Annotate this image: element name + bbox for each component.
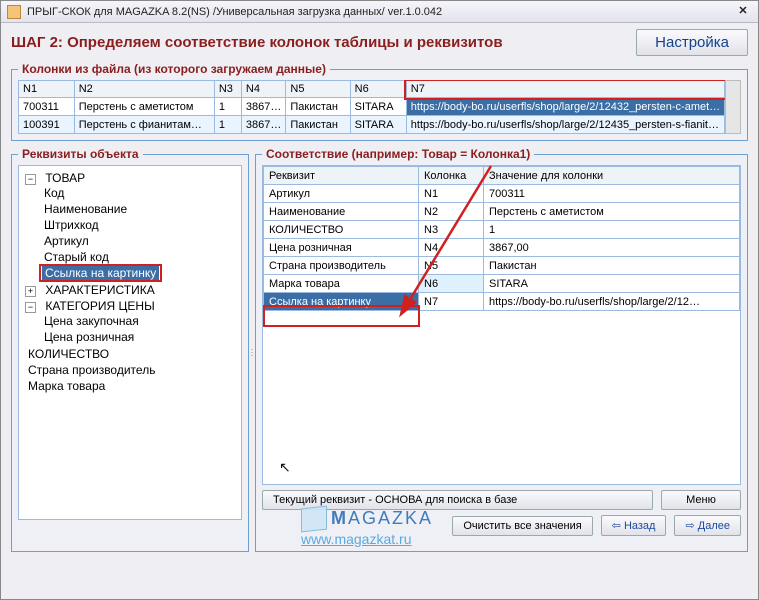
col-header[interactable]: N6 <box>350 81 406 98</box>
cell[interactable]: Пакистан <box>286 98 350 116</box>
tree-leaf-image-link[interactable]: Ссылка на картинку <box>41 265 239 281</box>
app-icon <box>7 5 21 19</box>
cell[interactable]: КОЛИЧЕСТВО <box>264 221 419 239</box>
tree-leaf[interactable]: Цена розничная <box>41 329 239 345</box>
tree-leaf[interactable]: Наименование <box>41 201 239 217</box>
cell[interactable]: 700311 <box>19 98 75 116</box>
table-row[interactable]: КОЛИЧЕСТВОN31 <box>264 221 740 239</box>
cell[interactable]: 1 <box>214 116 241 134</box>
cell-selected[interactable]: Ссылка на картинку <box>264 293 419 311</box>
cell[interactable]: 1 <box>484 221 740 239</box>
table-row[interactable]: 100391 Перстень с фианитам… 1 3867… Паки… <box>19 116 725 134</box>
cell[interactable]: N6 <box>419 275 484 293</box>
table-row[interactable]: Марка товараN6SITARA <box>264 275 740 293</box>
mapping-box: Соответствие (например: Товар = Колонка1… <box>255 147 748 552</box>
cell-selected[interactable]: https://body-bo.ru/userfls/shop/large/2/… <box>406 98 724 116</box>
cell[interactable]: Марка товара <box>264 275 419 293</box>
collapse-icon[interactable]: − <box>25 174 36 185</box>
expand-icon[interactable]: + <box>25 286 36 297</box>
cell[interactable]: N4 <box>419 239 484 257</box>
tree-node-harak[interactable]: + ХАРАКТЕРИСТИКА <box>25 282 239 298</box>
tree-leaf[interactable]: КОЛИЧЕСТВО <box>25 346 239 362</box>
object-requisites-legend: Реквизиты объекта <box>18 147 143 161</box>
table-row[interactable]: Цена розничнаяN43867,00 <box>264 239 740 257</box>
cell[interactable]: SITARA <box>484 275 740 293</box>
next-button[interactable]: ⇨ Далее <box>674 515 741 536</box>
clear-all-button[interactable]: Очистить все значения <box>452 516 592 536</box>
cell[interactable]: 100391 <box>19 116 75 134</box>
cell[interactable]: N3 <box>419 221 484 239</box>
cell[interactable]: SITARA <box>350 98 406 116</box>
cell[interactable]: Наименование <box>264 203 419 221</box>
cell[interactable]: 3867… <box>241 116 285 134</box>
tree-leaf[interactable]: Цена закупочная <box>41 313 239 329</box>
close-icon[interactable]: ✕ <box>734 4 752 20</box>
cell[interactable]: Перстень с аметистом <box>484 203 740 221</box>
col-header[interactable]: Колонка <box>419 167 484 185</box>
cell[interactable]: Артикул <box>264 185 419 203</box>
cell[interactable]: Цена розничная <box>264 239 419 257</box>
table-row[interactable]: 700311 Перстень с аметистом 1 3867… Паки… <box>19 98 725 116</box>
file-columns-table[interactable]: N1 N2 N3 N4 N5 N6 N7 700311 Перстень с а… <box>18 80 725 134</box>
cell[interactable]: 3867… <box>241 98 285 116</box>
settings-button[interactable]: Настройка <box>636 29 748 56</box>
tree-node-category[interactable]: − КАТЕГОРИЯ ЦЕНЫ Цена закупочная Цена ро… <box>25 298 239 346</box>
back-button[interactable]: ⇦ Назад <box>601 515 667 536</box>
file-columns-box: Колонки из файла (из которого загружаем … <box>11 62 748 141</box>
tree-leaf[interactable]: Старый код <box>41 249 239 265</box>
vertical-scrollbar[interactable] <box>725 80 741 134</box>
col-header-n7[interactable]: N7 <box>406 81 724 98</box>
table-header-row: Реквизит Колонка Значение для колонки <box>264 167 740 185</box>
table-header-row: N1 N2 N3 N4 N5 N6 N7 <box>19 81 725 98</box>
cell[interactable]: 1 <box>214 98 241 116</box>
table-row-selected[interactable]: Ссылка на картинкуN7https://body-bo.ru/u… <box>264 293 740 311</box>
file-columns-legend: Колонки из файла (из которого загружаем … <box>18 62 330 76</box>
cell[interactable]: Перстень с фианитам… <box>74 116 214 134</box>
arrow-right-icon: ⇨ <box>685 520 694 532</box>
col-header[interactable]: N2 <box>74 81 214 98</box>
tree-node-tovar[interactable]: − ТОВАР Код Наименование Штрихкод Артику… <box>25 170 239 282</box>
tree-leaf[interactable]: Марка товара <box>25 378 239 394</box>
cell[interactable]: Перстень с аметистом <box>74 98 214 116</box>
titlebar: ПРЫГ-СКОК для MAGAZKA 8.2(NS) /Универсал… <box>1 1 758 23</box>
col-header[interactable]: N3 <box>214 81 241 98</box>
cell[interactable]: https://body-bo.ru/userfls/shop/large/2/… <box>484 293 740 311</box>
current-requisite-button[interactable]: Текущий реквизит - ОСНОВА для поиска в б… <box>262 490 653 510</box>
cell[interactable]: https://body-bo.ru/userfls/shop/large/2/… <box>406 116 724 134</box>
table-row[interactable]: Страна производительN5Пакистан <box>264 257 740 275</box>
cell[interactable]: Страна производитель <box>264 257 419 275</box>
tree-leaf[interactable]: Страна производитель <box>25 362 239 378</box>
col-header[interactable]: Реквизит <box>264 167 419 185</box>
table-row[interactable]: АртикулN1700311 <box>264 185 740 203</box>
cell[interactable]: N1 <box>419 185 484 203</box>
splitter-grip-icon: ··· <box>251 348 254 357</box>
menu-button[interactable]: Меню <box>661 490 741 510</box>
cell[interactable]: 700311 <box>484 185 740 203</box>
table-row[interactable]: НаименованиеN2Перстень с аметистом <box>264 203 740 221</box>
mapping-table[interactable]: Реквизит Колонка Значение для колонки Ар… <box>263 166 740 311</box>
mapping-legend: Соответствие (например: Товар = Колонка1… <box>262 147 534 161</box>
col-header[interactable]: N5 <box>286 81 350 98</box>
cell[interactable]: N5 <box>419 257 484 275</box>
cell[interactable]: SITARA <box>350 116 406 134</box>
cell[interactable]: Пакистан <box>286 116 350 134</box>
col-header[interactable]: Значение для колонки <box>484 167 740 185</box>
cell[interactable]: Пакистан <box>484 257 740 275</box>
col-header[interactable]: N4 <box>241 81 285 98</box>
step-title: ШАГ 2: Определяем соответствие колонок т… <box>11 34 636 51</box>
window-title: ПРЫГ-СКОК для MAGAZKA 8.2(NS) /Универсал… <box>27 6 734 18</box>
requisite-tree[interactable]: − ТОВАР Код Наименование Штрихкод Артику… <box>18 165 242 520</box>
cell[interactable]: N2 <box>419 203 484 221</box>
tree-leaf[interactable]: Артикул <box>41 233 239 249</box>
tree-leaf[interactable]: Код <box>41 185 239 201</box>
object-requisites-box: Реквизиты объекта − ТОВАР Код Наименован… <box>11 147 249 552</box>
cell[interactable]: N7 <box>419 293 484 311</box>
cell[interactable]: 3867,00 <box>484 239 740 257</box>
tree-leaf[interactable]: Штрихкод <box>41 217 239 233</box>
col-header[interactable]: N1 <box>19 81 75 98</box>
collapse-icon[interactable]: − <box>25 302 36 313</box>
arrow-left-icon: ⇦ <box>612 520 621 532</box>
